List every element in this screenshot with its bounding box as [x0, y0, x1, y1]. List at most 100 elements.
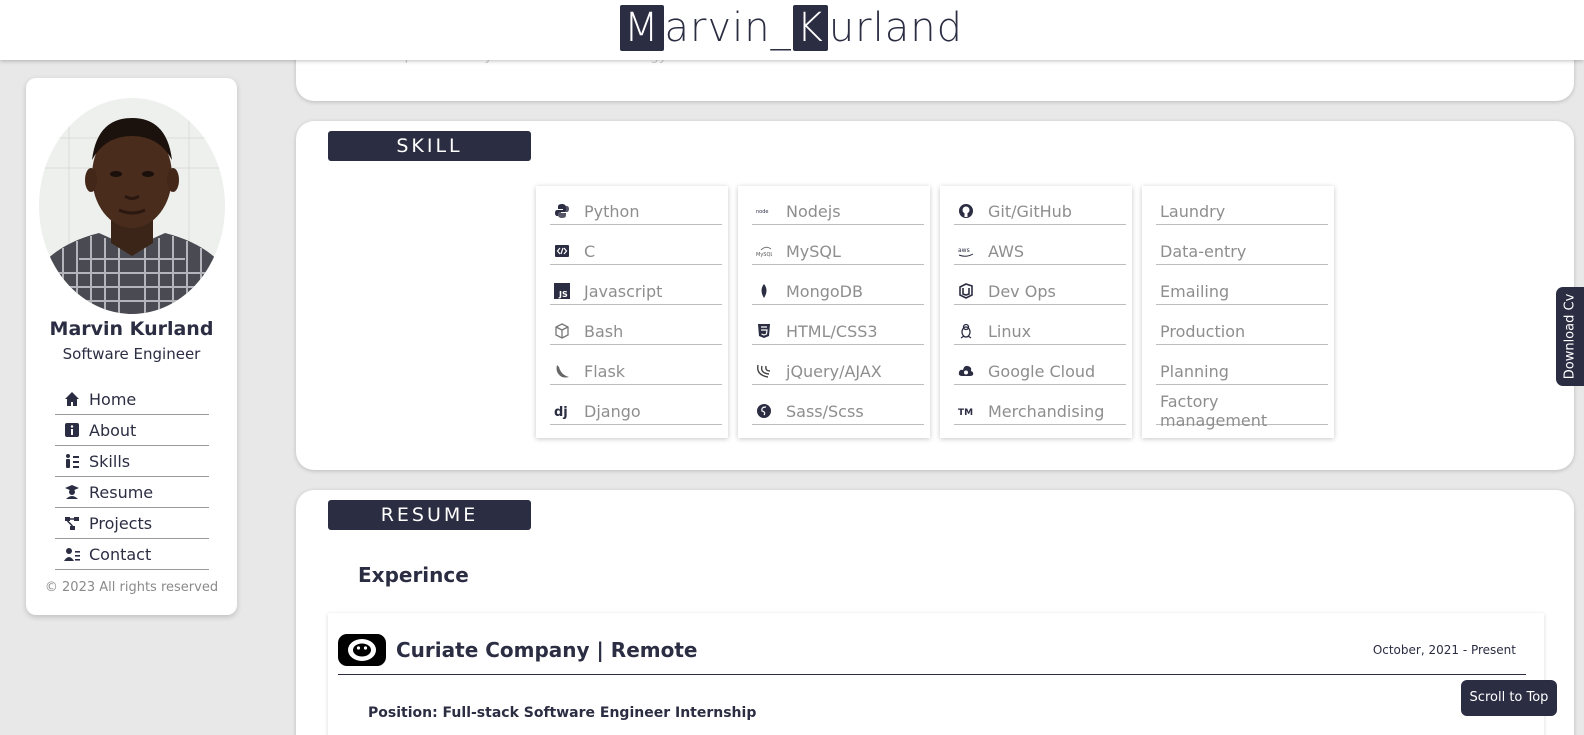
js-icon: JS — [550, 283, 584, 299]
skill-column: Git/GitHub aws AWS Dev Ops Linux Google … — [940, 186, 1132, 438]
skill-item: HTML/CSS3 — [752, 318, 924, 345]
skill-heading: SKILL — [328, 131, 531, 161]
skills-icon — [55, 453, 89, 469]
skill-label: HTML/CSS3 — [786, 321, 878, 341]
skill-item: Laundry — [1156, 198, 1328, 225]
skill-label: Python — [584, 201, 640, 221]
logo-text-second: urland — [828, 5, 963, 51]
sidebar-item-skills[interactable]: Skills — [55, 446, 209, 477]
svg-text:aws: aws — [958, 247, 970, 254]
skill-section: SKILL Python C JS Javascript Bash Flask … — [296, 121, 1574, 470]
skill-column: Laundry Data-entry Emailing Production P… — [1142, 186, 1334, 438]
skill-item: Bash — [550, 318, 722, 345]
skill-label: Emailing — [1160, 281, 1230, 301]
svg-text:dj: dj — [554, 405, 568, 419]
skill-item: Git/GitHub — [954, 198, 1126, 225]
svg-text:node: node — [756, 209, 768, 215]
avatar-photo — [39, 98, 225, 314]
sidebar-item-label: Contact — [89, 544, 152, 564]
skill-item: Flask — [550, 358, 722, 385]
skill-label: Django — [584, 401, 641, 421]
job-date: October, 2021 - Present — [1372, 642, 1516, 657]
skill-label: Git/GitHub — [988, 201, 1072, 221]
top-header: M arvin_ K urland — [0, 0, 1584, 60]
sidebar-item-label: Home — [89, 389, 137, 409]
skill-label: jQuery/AJAX — [786, 361, 882, 381]
skill-label: Data-entry — [1160, 241, 1247, 261]
resume-section: RESUME Experince Curiate Company | Remot… — [296, 490, 1574, 735]
experience-title: Experince — [358, 563, 469, 587]
skill-item: Emailing — [1156, 278, 1328, 305]
jquery-icon — [752, 363, 786, 379]
skill-item: Sass/Scss — [752, 398, 924, 425]
avatar — [39, 98, 225, 314]
graduate-icon — [55, 484, 89, 500]
sass-icon — [752, 403, 786, 419]
info-icon — [55, 422, 89, 438]
skill-label: Factory management — [1160, 392, 1268, 430]
contact-card-icon — [55, 546, 89, 562]
python-icon — [550, 203, 584, 219]
leaf-icon — [752, 283, 786, 299]
skill-label: Google Cloud — [988, 361, 1096, 381]
skill-item: aws AWS — [954, 238, 1126, 265]
sidebar-item-about[interactable]: About — [55, 415, 209, 446]
skill-label: Flask — [584, 361, 626, 381]
profile-sidebar: Marvin Kurland Software Engineer Home Ab… — [26, 78, 237, 615]
skill-label: Planning — [1160, 361, 1229, 381]
linux-icon — [954, 323, 988, 339]
trademark-icon: TM — [954, 403, 988, 419]
logo-text-first: arvin_ — [664, 5, 792, 51]
site-logo[interactable]: M arvin_ K urland — [619, 5, 964, 51]
skill-label: Nodejs — [786, 201, 841, 221]
skill-item: MongoDB — [752, 278, 924, 305]
skill-label: Merchandising — [988, 401, 1105, 421]
logo-letter-k: K — [792, 5, 828, 51]
skill-item: Python — [550, 198, 722, 225]
skill-item: jQuery/AJAX — [752, 358, 924, 385]
logo-letter-m: M — [619, 5, 664, 51]
job-position: Position: Full-stack Software Engineer I… — [368, 705, 757, 721]
skill-label: Javascript — [584, 281, 663, 301]
skill-item: TM Merchandising — [954, 398, 1126, 425]
profile-role: Software Engineer — [62, 345, 201, 363]
sidebar-item-home[interactable]: Home — [55, 384, 209, 415]
devops-icon — [954, 283, 988, 299]
skill-label: Laundry — [1160, 201, 1226, 221]
sidebar-nav: Home About Skills Resume Projects Contac… — [55, 384, 209, 570]
skill-label: Dev Ops — [988, 281, 1056, 301]
mysql-icon: MySQL — [752, 243, 786, 259]
skill-item: dj Django — [550, 398, 722, 425]
skill-label: AWS — [988, 241, 1025, 261]
sidebar-item-label: Skills — [89, 451, 131, 471]
skill-item: Production — [1156, 318, 1328, 345]
skill-item: Linux — [954, 318, 1126, 345]
aws-icon: aws — [954, 243, 988, 259]
skill-label: Production — [1160, 321, 1246, 341]
sidebar-item-projects[interactable]: Projects — [55, 508, 209, 539]
sidebar-item-resume[interactable]: Resume — [55, 477, 209, 508]
skill-label: Bash — [584, 321, 624, 341]
sidebar-item-label: Projects — [89, 513, 153, 533]
sidebar-item-label: Resume — [89, 482, 154, 502]
copyright: © 2023 All rights reserved — [44, 580, 219, 595]
skill-label: C — [584, 241, 596, 261]
home-icon — [55, 391, 89, 407]
cube-icon — [550, 323, 584, 339]
skill-item: Dev Ops — [954, 278, 1126, 305]
skill-label: MySQL — [786, 241, 841, 261]
job-header: Curiate Company | Remote October, 2021 -… — [338, 625, 1526, 675]
code-icon — [550, 243, 584, 259]
skill-column: node Nodejs MySQL MySQL MongoDB HTML/CSS… — [738, 186, 930, 438]
company-logo-icon — [338, 633, 386, 666]
skill-item: Google Cloud — [954, 358, 1126, 385]
sidebar-item-label: About — [89, 420, 137, 440]
svg-text:JS: JS — [558, 290, 568, 299]
scroll-to-top-button[interactable]: Scroll to Top — [1461, 680, 1557, 716]
sidebar-item-contact[interactable]: Contact — [55, 539, 209, 570]
github-icon — [954, 203, 988, 219]
download-cv-label: Download Cv — [1562, 293, 1578, 380]
skill-item: JS Javascript — [550, 278, 722, 305]
download-cv-button[interactable]: Download Cv — [1556, 287, 1584, 386]
nodejs-icon: node — [752, 203, 786, 219]
